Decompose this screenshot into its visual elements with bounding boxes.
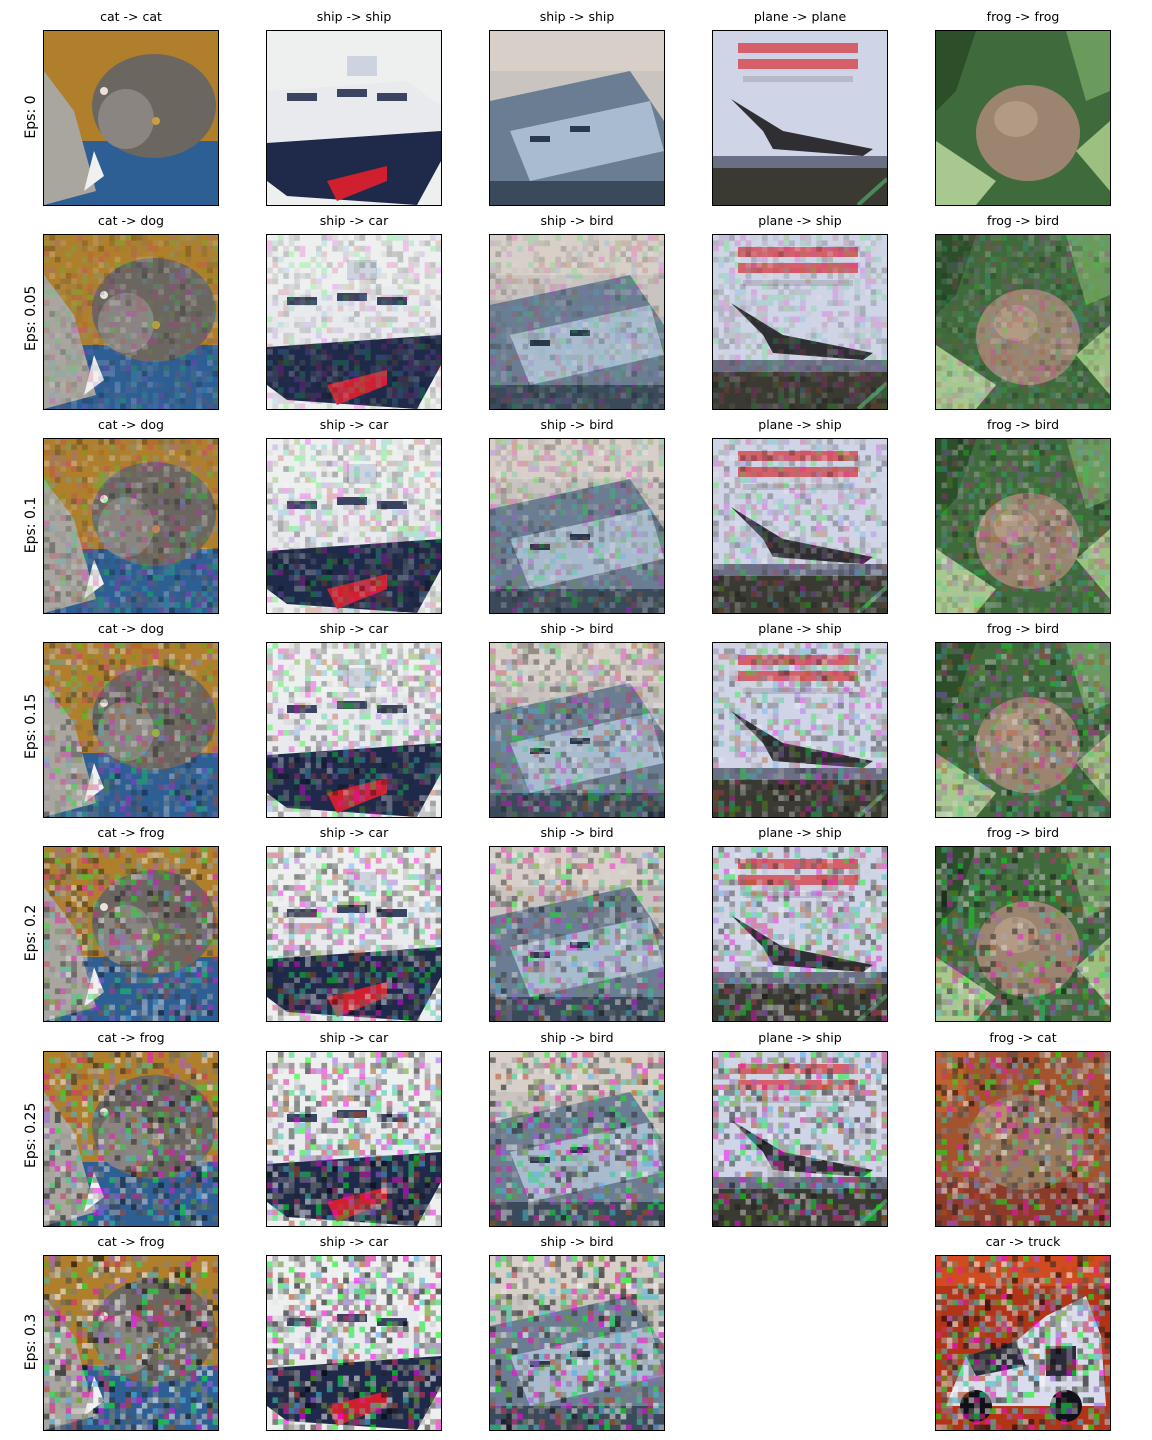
plane-image [712, 846, 888, 1022]
plane-image [712, 642, 888, 818]
prediction-caption: frog -> bird [986, 825, 1060, 840]
prediction-caption: frog -> bird [986, 213, 1060, 228]
prediction-caption: plane -> ship [758, 621, 842, 636]
prediction-caption: ship -> bird [540, 621, 614, 636]
prediction-caption: plane -> ship [758, 213, 842, 228]
frog-image [935, 30, 1111, 206]
cat-image [43, 846, 219, 1022]
row-label: Eps: 0.05 [23, 285, 39, 351]
cat-image [43, 438, 219, 614]
cat-image [43, 642, 219, 818]
ship-image [266, 1051, 442, 1227]
plane-image [712, 1051, 888, 1227]
ship-image [489, 234, 665, 410]
prediction-caption: plane -> plane [753, 9, 847, 24]
prediction-caption: ship -> car [319, 1234, 389, 1249]
plane-image [712, 30, 888, 206]
ship-image [489, 1255, 665, 1431]
car-image [935, 1255, 1111, 1431]
prediction-caption: plane -> ship [758, 1030, 842, 1045]
frog-image [935, 1051, 1111, 1227]
plane-image [712, 438, 888, 614]
prediction-caption: frog -> frog [986, 9, 1060, 24]
prediction-caption: ship -> bird [540, 1030, 614, 1045]
ship-image [489, 438, 665, 614]
ship-image [489, 30, 665, 206]
prediction-caption: ship -> car [319, 621, 389, 636]
prediction-caption: ship -> bird [540, 1234, 614, 1249]
prediction-caption: car -> truck [985, 1234, 1061, 1249]
ship-image [266, 642, 442, 818]
prediction-caption: cat -> frog [97, 1030, 165, 1045]
prediction-caption: plane -> ship [758, 417, 842, 432]
frog-image [935, 846, 1111, 1022]
prediction-caption: ship -> ship [539, 9, 615, 24]
prediction-caption: ship -> car [319, 417, 389, 432]
plane-image [712, 234, 888, 410]
cat-image [43, 1255, 219, 1431]
prediction-caption: cat -> frog [97, 1234, 165, 1249]
row-label: Eps: 0.3 [23, 1313, 39, 1371]
prediction-caption: frog -> bird [986, 621, 1060, 636]
prediction-caption: frog -> cat [989, 1030, 1057, 1045]
ship-image [489, 642, 665, 818]
prediction-caption: frog -> bird [986, 417, 1060, 432]
cat-image [43, 30, 219, 206]
frog-image [935, 234, 1111, 410]
prediction-caption: ship -> bird [540, 213, 614, 228]
ship-image [266, 438, 442, 614]
cat-image [43, 1051, 219, 1227]
frog-image [935, 642, 1111, 818]
row-label: Eps: 0.2 [23, 904, 39, 962]
prediction-caption: ship -> car [319, 825, 389, 840]
ship-image [489, 1051, 665, 1227]
prediction-caption: ship -> bird [540, 417, 614, 432]
frog-image [935, 438, 1111, 614]
prediction-caption: cat -> frog [97, 825, 165, 840]
prediction-caption: ship -> car [319, 213, 389, 228]
row-label: Eps: 0.25 [23, 1102, 39, 1168]
prediction-caption: cat -> dog [98, 213, 164, 228]
cat-image [43, 234, 219, 410]
ship-image [266, 1255, 442, 1431]
prediction-caption: ship -> ship [316, 9, 392, 24]
row-label: Eps: 0.1 [23, 496, 39, 554]
prediction-caption: cat -> dog [98, 417, 164, 432]
ship-image [266, 30, 442, 206]
row-label: Eps: 0 [23, 95, 39, 139]
row-label: Eps: 0.15 [23, 693, 39, 759]
prediction-caption: cat -> dog [98, 621, 164, 636]
ship-image [266, 234, 442, 410]
prediction-caption: ship -> car [319, 1030, 389, 1045]
prediction-caption: cat -> cat [100, 9, 162, 24]
prediction-caption: ship -> bird [540, 825, 614, 840]
prediction-caption: plane -> ship [758, 825, 842, 840]
ship-image [266, 846, 442, 1022]
ship-image [489, 846, 665, 1022]
